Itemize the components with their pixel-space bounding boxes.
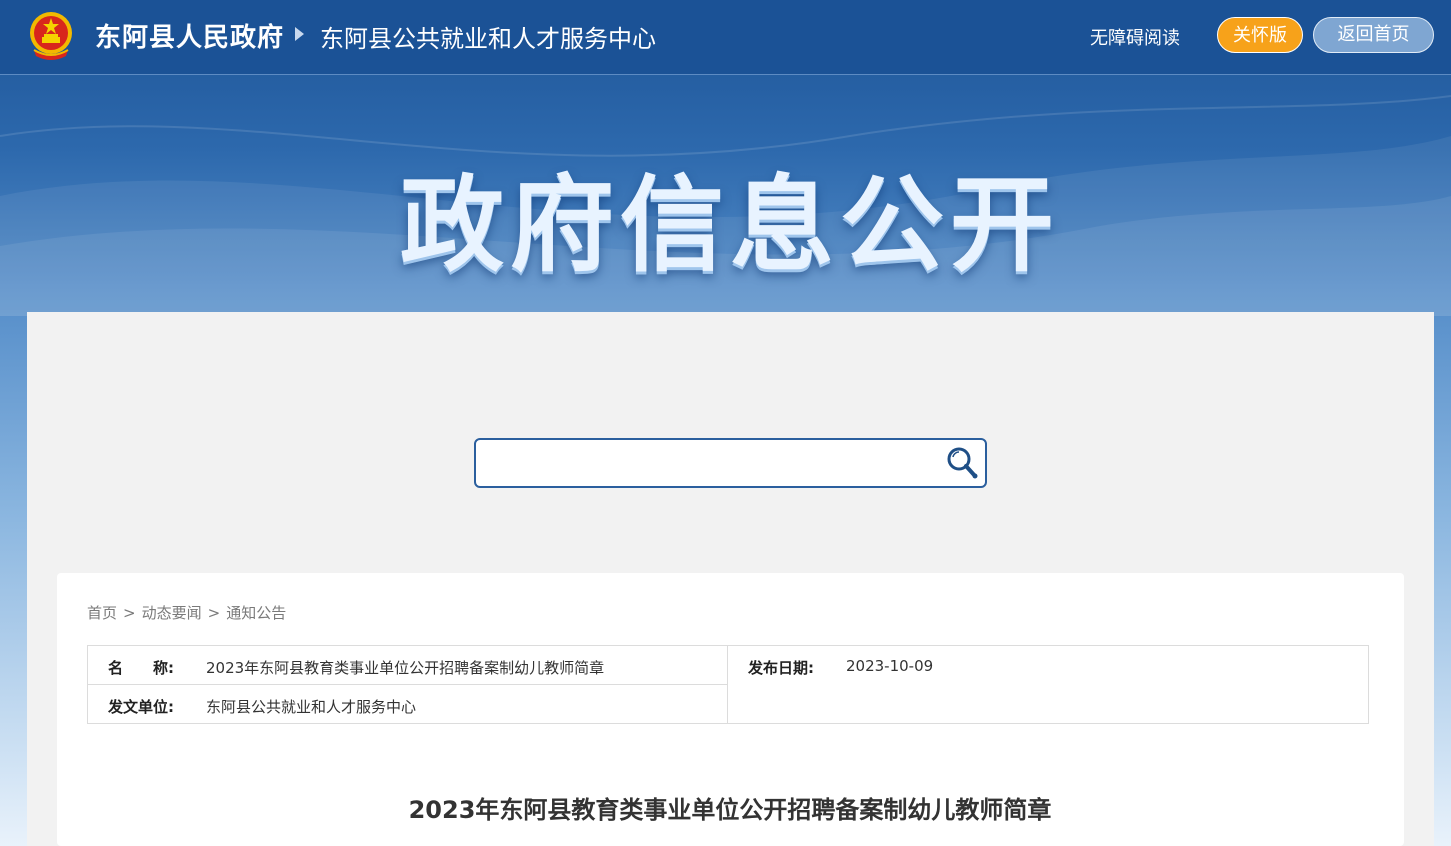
care-version-button[interactable]: 关怀版 bbox=[1217, 17, 1303, 53]
publish-date-value: 2023-10-09 bbox=[846, 657, 934, 675]
search-input[interactable] bbox=[484, 446, 938, 482]
search-icon[interactable] bbox=[944, 445, 982, 483]
name-label: 名 称: bbox=[108, 659, 174, 677]
table-divider bbox=[727, 646, 728, 723]
name-value: 2023年东阿县教育类事业单位公开招聘备案制幼儿教师简章 bbox=[206, 659, 605, 677]
top-header: 东阿县人民政府 东阿县公共就业和人才服务中心 无障碍阅读 关怀版 返回首页 bbox=[0, 0, 1451, 75]
breadcrumb-separator: > bbox=[207, 604, 221, 622]
search-box bbox=[474, 438, 987, 488]
issuer-value: 东阿县公共就业和人才服务中心 bbox=[206, 698, 417, 716]
accessible-reading-link[interactable]: 无障碍阅读 bbox=[1090, 24, 1180, 50]
breadcrumb-separator: > bbox=[123, 604, 136, 622]
table-divider bbox=[88, 684, 727, 685]
department-name[interactable]: 东阿县公共就业和人才服务中心 bbox=[320, 19, 656, 54]
breadcrumb-notices[interactable]: 通知公告 bbox=[226, 604, 286, 622]
banner-title: 政府信息公开 bbox=[399, 164, 1060, 286]
article-title: 2023年东阿县教育类事业单位公开招聘备案制幼儿教师简章 bbox=[408, 796, 1052, 824]
issuer-label: 发文单位: bbox=[108, 698, 174, 716]
breadcrumb: 首页 > 动态要闻 > 通知公告 bbox=[87, 602, 286, 623]
publish-date-label: 发布日期: bbox=[748, 659, 814, 677]
back-home-button[interactable]: 返回首页 bbox=[1313, 17, 1434, 53]
breadcrumb-home[interactable]: 首页 bbox=[87, 604, 117, 622]
site-name[interactable]: 东阿县人民政府 bbox=[95, 17, 284, 54]
document-info-table: 名 称: 2023年东阿县教育类事业单位公开招聘备案制幼儿教师简章 发文单位: … bbox=[87, 645, 1369, 724]
national-emblem-icon bbox=[30, 12, 72, 60]
header-arrow-icon bbox=[295, 27, 304, 41]
breadcrumb-news[interactable]: 动态要闻 bbox=[142, 604, 202, 622]
